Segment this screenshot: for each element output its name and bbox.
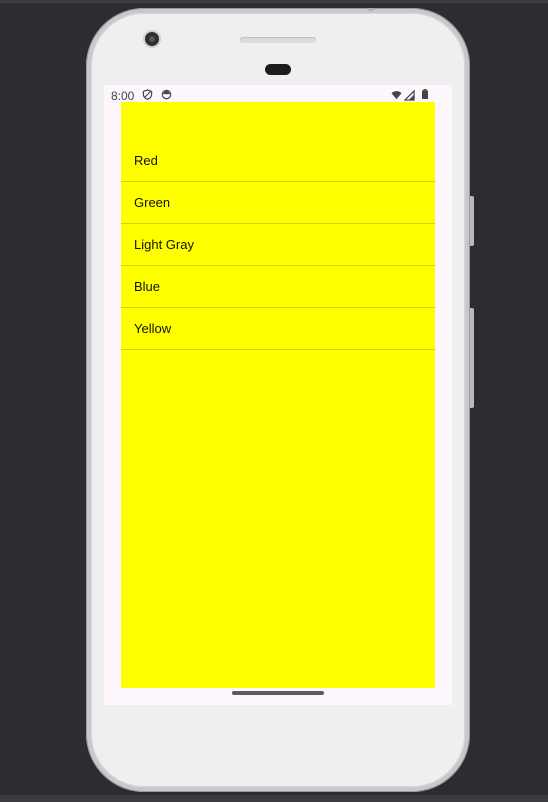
battery-icon: [422, 89, 428, 99]
list-item-green[interactable]: Green: [121, 182, 435, 224]
list-item-light-gray[interactable]: Light Gray: [121, 224, 435, 266]
list-item-label: Yellow: [134, 321, 172, 336]
window-top-edge: [0, 0, 548, 3]
home-gesture-bar[interactable]: [232, 691, 324, 695]
wifi-icon: [391, 91, 402, 100]
list-item-red[interactable]: Red: [121, 140, 435, 182]
list-item-label: Blue: [134, 279, 161, 294]
status-bar: 8:00: [104, 85, 452, 103]
volume-button[interactable]: [470, 308, 474, 408]
app-content: Red Green Light Gray Blue Yellow: [121, 102, 435, 688]
list-item-yellow[interactable]: Yellow: [121, 308, 435, 350]
signal-icon: [404, 90, 415, 101]
front-camera-icon: [145, 32, 159, 46]
device-top-edge-detail: [368, 8, 374, 11]
circle-icon: [161, 89, 172, 100]
earpiece-sensor: [265, 64, 291, 75]
list-item-label: Light Gray: [134, 237, 194, 252]
status-time: 8:00: [111, 89, 135, 103]
list-item-blue[interactable]: Blue: [121, 266, 435, 308]
speaker-grille: [240, 37, 316, 43]
list-item-label: Green: [134, 195, 171, 210]
shield-icon: [142, 89, 153, 100]
window-bottom-edge: [0, 795, 548, 802]
color-list: Red Green Light Gray Blue Yellow: [121, 140, 435, 350]
power-button[interactable]: [470, 196, 474, 246]
device-screen: 8:00 Red Green Light Gray Blue Yellow: [104, 85, 452, 705]
list-item-label: Red: [134, 153, 158, 168]
